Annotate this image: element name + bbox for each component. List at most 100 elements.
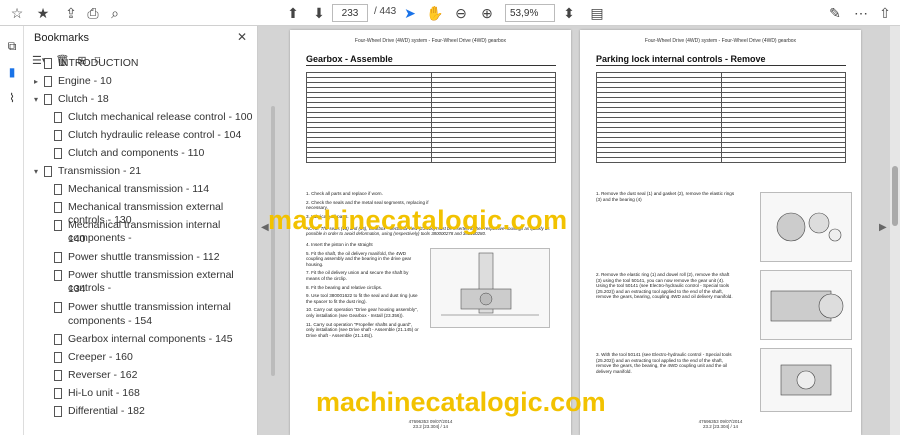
bookmark-icon [54, 388, 62, 399]
search-icon[interactable]: ⌕ [102, 0, 128, 26]
figure-3 [760, 348, 852, 412]
figure-2 [760, 270, 852, 340]
figure-1 [760, 192, 852, 262]
sign-icon[interactable]: ✎ [822, 0, 848, 26]
chevron-down-icon[interactable]: ▾ [34, 167, 38, 176]
close-icon[interactable]: ✕ [237, 30, 247, 44]
bookmark-icon [54, 302, 62, 313]
bookmark-icon [54, 148, 62, 159]
press-illustration [441, 252, 539, 316]
bookmark-icon [54, 184, 62, 195]
page-number-input[interactable]: 233 [332, 4, 368, 22]
bookmark-icon[interactable]: ☆ [4, 0, 30, 26]
step: 11. Carry out operation "Propeller shaft… [306, 321, 419, 338]
bookmark-icon [54, 202, 62, 213]
step: 5. Fit the shaft, the oil delivery manif… [306, 250, 412, 267]
bookmark-item[interactable]: components - 154 [68, 315, 152, 328]
gear-illustration-2 [770, 290, 844, 322]
chevron-down-icon[interactable]: ▾ [34, 95, 38, 104]
bookmark-item[interactable]: Hi-Lo unit - 168 [68, 387, 140, 400]
bookmark-icon [54, 406, 62, 417]
bookmark-item[interactable]: 140 [68, 233, 86, 246]
watermark-bottom: machinecatalogic.com [316, 387, 606, 417]
star-icon[interactable]: ★ [30, 0, 56, 26]
bookmark-item[interactable]: Mechanical transmission - 114 [68, 183, 209, 196]
hand-icon[interactable]: ✋ [422, 0, 448, 26]
footer-line: 23.2 [23.304] / 14 [702, 424, 739, 429]
page-up-icon[interactable]: ⬆ [280, 0, 306, 26]
bookmark-item[interactable]: Creeper - 160 [68, 351, 133, 364]
gear-illustration-3 [780, 364, 832, 396]
bookmark-item[interactable]: Power shuttle transmission external cont… [68, 269, 257, 295]
scroll-thumb[interactable] [892, 166, 898, 226]
cursor-icon[interactable]: ➤ [397, 0, 423, 26]
applicability-table [596, 72, 846, 163]
gear-illustration-1 [776, 212, 842, 242]
page-title: Parking lock internal controls - Remove [596, 54, 846, 66]
bookmark-item[interactable]: Clutch mechanical release control - 100 [68, 111, 252, 124]
tools-icon[interactable]: ▤ [584, 0, 610, 26]
bookmark-icon [54, 130, 62, 141]
page-total: / 443 [374, 6, 397, 17]
footer-line: 23.2 [23.304] / 14 [412, 424, 449, 429]
bookmark-item[interactable]: Clutch hydraulic release control - 104 [68, 129, 241, 142]
steps-list-2: 4. Insert the piston in the straight 5. … [306, 242, 421, 341]
bookmark-item[interactable]: Clutch - 18 [58, 93, 109, 106]
bookmarks-icon[interactable]: ▮ [4, 64, 20, 80]
bookmark-icon [54, 334, 62, 345]
page-header: Four-Wheel Drive (4WD) system - Four-Whe… [644, 38, 797, 44]
table-cell [306, 157, 432, 163]
step: 8. Fit the bearing and relative circlips… [306, 284, 383, 290]
bookmark-icon [54, 270, 62, 281]
panel-scrollbar[interactable] [271, 106, 275, 376]
share-icon[interactable]: ⇧ [872, 0, 898, 26]
bookmark-item[interactable]: Transmission - 21 [58, 165, 141, 178]
step-2: 2. Remove the elastic ring (1) and dowel… [596, 272, 733, 300]
assembly-figure [430, 248, 550, 328]
page-down-icon[interactable]: ⬇ [306, 0, 332, 26]
bookmark-item[interactable]: Clutch and components - 110 [68, 147, 204, 160]
pages-icon[interactable]: ⧉ [4, 38, 20, 54]
top-toolbar: ☆ ★ ⇪ ⎙ ⌕ ⬆ ⬇ 233 / 443 ➤ ✋ ⊖ ⊕ 53,9% ⬍ … [0, 0, 900, 26]
bookmark-item[interactable]: Engine - 10 [58, 75, 112, 88]
bookmark-item[interactable]: Gearbox internal components - 145 [68, 333, 233, 346]
table-cell [596, 157, 722, 163]
zoom-in-icon[interactable]: ⊕ [474, 0, 500, 26]
page-title: Gearbox - Assemble [306, 54, 556, 66]
bookmarks-panel: Bookmarks ✕ ☰▾ 🗑 ⊞ ⌑ INTRODUCTION Engine … [24, 26, 275, 435]
bookmark-icon [54, 112, 62, 123]
step: 9. Use tool 380001622 to fit the seal an… [306, 293, 418, 304]
watermark: machinecatalogic.com [268, 205, 568, 235]
bookmark-icon [44, 166, 52, 177]
bookmark-icon [54, 370, 62, 381]
page-footer: 47696353 09/07/2014 23.2 [23.304] / 14 [580, 419, 861, 429]
step-3: 3. With the tool 50141 (see Electro-hydr… [596, 352, 732, 374]
step: 1. Check all parts and replace if worn. [306, 191, 383, 196]
right-page: Four-Wheel Drive (4WD) system - Four-Whe… [580, 30, 861, 435]
more-icon[interactable]: ⋯ [848, 0, 874, 26]
applicability-table [306, 72, 556, 163]
bookmark-icon [44, 94, 52, 105]
zoom-out-icon[interactable]: ⊖ [448, 0, 474, 26]
zoom-select[interactable]: 53,9% [505, 4, 555, 22]
fit-page-icon[interactable]: ⬍ [556, 0, 582, 26]
bookmark-item[interactable]: INTRODUCTION [58, 57, 139, 70]
bookmark-item[interactable]: Differential - 182 [68, 405, 145, 418]
bookmark-icon [54, 220, 62, 231]
step: 4. Insert the piston in the straight [306, 242, 373, 247]
chevron-right-icon[interactable]: ▸ [34, 77, 38, 86]
table-cell [720, 157, 846, 163]
attachment-icon[interactable]: ⌇ [4, 90, 20, 106]
bookmark-item[interactable]: Power shuttle transmission - 112 [68, 251, 220, 264]
bookmark-item[interactable]: 134 [68, 283, 86, 296]
page-footer: 47696353 09/07/2014 23.2 [23.304] / 14 [290, 419, 571, 429]
bookmark-item[interactable]: Reverser - 162 [68, 369, 137, 382]
bookmark-icon [54, 252, 62, 263]
page-header: Four-Wheel Drive (4WD) system - Four-Whe… [354, 38, 507, 44]
bookmark-item[interactable]: Mechanical transmission internal compone… [68, 219, 257, 245]
next-page-arrow[interactable]: ▶ [879, 222, 887, 233]
left-rail: ⧉ ▮ ⌇ [0, 26, 24, 435]
step: 7. Fit the oil delivery union and secure… [306, 270, 409, 281]
main-scrollbar[interactable] [890, 26, 900, 435]
bookmark-item[interactable]: Power shuttle transmission internal [68, 301, 231, 314]
